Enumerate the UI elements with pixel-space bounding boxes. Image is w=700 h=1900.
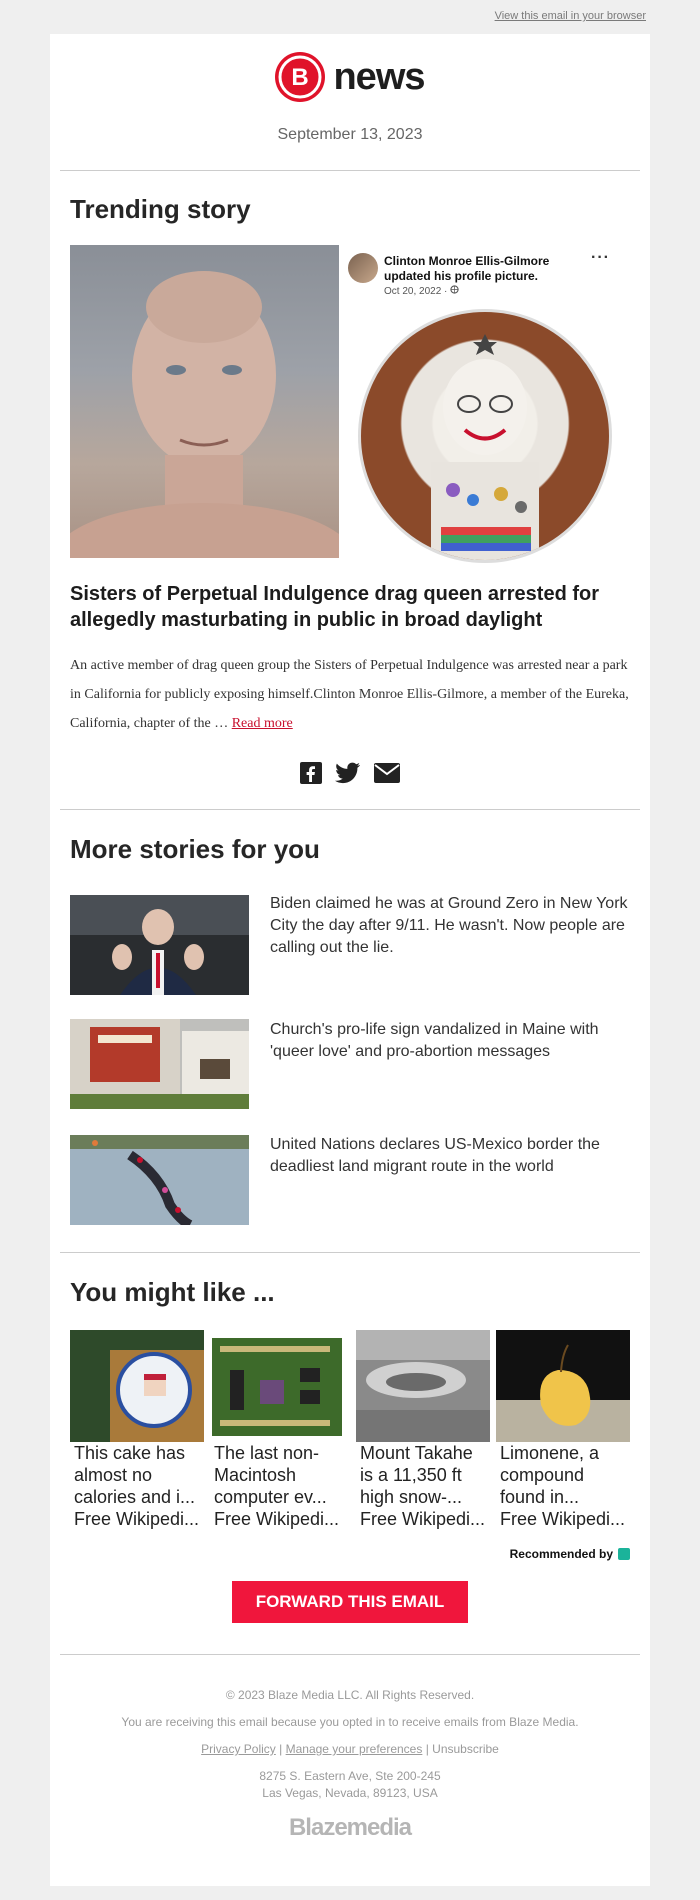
more-stories-title: More stories for you [70,834,320,864]
recommendation-title: The last non- Macintosh computer ev... [214,1443,327,1507]
trending-section-title: Trending story [70,194,251,224]
facebook-post-embed[interactable]: Clinton Monroe Ellis-Gilmore updated his… [344,245,630,563]
read-more-link[interactable]: Read more [232,716,293,731]
divider [60,1252,640,1253]
issue-date: September 13, 2023 [277,126,423,143]
fb-post-action: updated his profile picture. [384,269,539,283]
facebook-icon[interactable] [299,761,323,790]
share-bar [50,761,650,790]
recommendation-image [70,1330,204,1442]
recommendation-image [210,1330,344,1442]
forward-email-button[interactable]: FORWARD THIS EMAIL [232,1581,468,1623]
recommendation-source: Free Wikipedi... [360,1509,486,1529]
view-in-browser-link[interactable]: View this email in your browser [495,10,646,22]
privacy-policy-link[interactable]: Privacy Policy [201,1742,276,1756]
brand-logo[interactable]: B news [275,52,426,102]
email-card: B news September 13, 2023 Trending story… [50,34,650,1886]
email-icon[interactable] [373,762,401,789]
fb-post-date: Oct 20, 2022 · [384,285,459,297]
trending-mugshot-image[interactable] [54,245,354,613]
address-line-1: 8275 S. Eastern Ave, Ste 200-245 [259,1769,441,1783]
topbar: View this email in your browser [0,0,700,34]
address-line-2: Las Vegas, Nevada, 89123, USA [262,1786,438,1800]
recommendation-title: Mount Takahe is a 11,350 ft high snow-..… [360,1443,473,1507]
fb-post-author: Clinton Monroe Ellis-Gilmore [384,254,550,268]
brand-header: B news [50,52,650,108]
recommendation-source: Free Wikipedi... [74,1509,200,1529]
story-thumbnail[interactable] [70,895,249,995]
story-link[interactable]: United Nations declares US-Mexico border… [270,1134,630,1178]
divider [60,809,640,810]
recommendation-image [496,1330,630,1442]
footer-links: Privacy Policy | Manage your preferences… [50,1742,650,1756]
story-thumbnail[interactable] [70,1135,249,1230]
recommendation-title: Limonene, a compound found in... [500,1443,600,1507]
more-options-icon[interactable]: ··· [591,249,610,267]
unsubscribe-link[interactable]: Unsubscribe [432,1742,499,1756]
avatar [348,253,378,283]
recommendation-card[interactable]: This cake has almost no calories and i..… [70,1330,208,1530]
divider [60,1654,640,1655]
copyright: © 2023 Blaze Media LLC. All Rights Reser… [225,1688,475,1702]
blaze-media-logo[interactable]: Blazemedia [50,1814,650,1842]
recommendation-card[interactable]: Limonene, a compound found in... Free Wi… [496,1330,634,1530]
brand-name: news [333,55,425,98]
manage-preferences-link[interactable]: Manage your preferences [286,1742,423,1756]
trending-summary: An active member of drag queen group the… [70,658,629,731]
story-link[interactable]: Church's pro-life sign vandalized in Mai… [270,1019,630,1063]
divider [60,170,640,171]
recommended-by[interactable]: Recommended by [510,1547,630,1561]
recommendation-source: Free Wikipedi... [500,1509,626,1529]
optin-notice: You are receiving this email because you… [121,1715,579,1729]
story-thumbnail[interactable] [70,1019,249,1109]
globe-icon [450,285,459,297]
fb-profile-picture [358,309,612,563]
brand-letter: B [292,64,309,91]
twitter-icon[interactable] [335,762,361,789]
recommendation-image [356,1330,490,1442]
trending-headline[interactable]: Sisters of Perpetual Indulgence drag que… [70,581,630,633]
brand-logo-icon: B [275,52,326,102]
recommender-logo-icon [618,1548,630,1560]
recommendation-source: Free Wikipedi... [214,1509,340,1529]
story-link[interactable]: Biden claimed he was at Ground Zero in N… [270,893,630,959]
you-might-like-title: You might like ... [70,1277,275,1307]
recommendation-card[interactable]: Mount Takahe is a 11,350 ft high snow-..… [356,1330,494,1530]
recommendation-card[interactable]: The last non- Macintosh computer ev... F… [210,1330,348,1530]
recommendation-title: This cake has almost no calories and i..… [74,1443,196,1507]
